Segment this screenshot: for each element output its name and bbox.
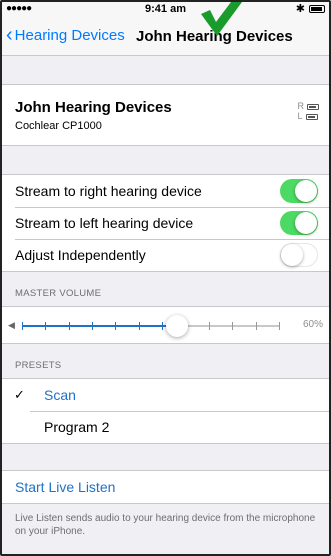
status-time: 9:41 am [145,3,186,15]
start-live-listen-button[interactable]: Start Live Listen [0,471,331,503]
preset-program-2[interactable]: Program 2 [0,411,331,443]
volume-tick [162,322,164,330]
chevron-left-icon: ‹ [6,24,13,46]
back-label: Hearing Devices [14,27,125,44]
volume-tick [45,322,47,330]
navigation-bar: ‹ Hearing Devices John Hearing Devices [0,18,331,56]
stream-right-toggle[interactable] [280,179,318,203]
preset-label: Scan [44,387,76,403]
volume-percent: 60% [302,319,323,330]
device-battery-status: R L [297,101,319,121]
bluetooth-icon: ✱ [295,3,305,15]
battery-icon [309,5,325,13]
stream-left-row: Stream to left hearing device [0,207,331,239]
speaker-icon: ◀ [8,320,15,330]
volume-tick [208,322,210,330]
master-volume-section: ◀ 60% [0,306,331,344]
left-battery-icon [305,113,318,120]
device-card[interactable]: John Hearing Devices Cochlear CP1000 R L [0,84,331,146]
checkmark-annotation-icon [201,0,242,36]
volume-tick [255,322,257,330]
volume-tick [279,322,280,330]
volume-tick [68,322,70,330]
stream-right-row: Stream to right hearing device [0,175,331,207]
preset-scan[interactable]: ✓ Scan [0,379,331,411]
live-listen-description: Live Listen sends audio to your hearing … [15,513,316,537]
back-button[interactable]: ‹ Hearing Devices [6,24,125,46]
status-bar: ●●●●● 9:41 am ✱ [0,0,331,18]
volume-tick [232,322,234,330]
checkmark-icon: ✓ [14,387,25,402]
stream-right-label: Stream to right hearing device [15,183,202,199]
volume-slider[interactable] [22,315,280,337]
stream-left-toggle[interactable] [280,211,318,235]
volume-slider-thumb[interactable] [165,315,188,337]
adjust-independently-label: Adjust Independently [15,247,146,263]
adjust-independently-toggle[interactable] [280,243,318,267]
streaming-settings: Stream to right hearing device Stream to… [0,174,331,272]
presets-header: PRESETS [15,360,62,371]
device-name: John Hearing Devices [15,99,172,116]
adjust-independently-row: Adjust Independently [0,239,331,271]
stream-left-label: Stream to left hearing device [15,215,194,231]
right-battery-icon [307,103,319,110]
volume-tick [92,322,94,330]
presets-list: ✓ Scan Program 2 [0,378,331,444]
volume-tick [115,322,117,330]
preset-label: Program 2 [44,419,110,435]
left-label: L [297,111,303,121]
volume-tick [22,322,23,330]
volume-tick [138,322,140,330]
device-model: Cochlear CP1000 [15,120,102,132]
master-volume-header: MASTER VOLUME [15,288,102,299]
right-label: R [297,101,305,111]
live-listen-section: Start Live Listen [0,470,331,504]
